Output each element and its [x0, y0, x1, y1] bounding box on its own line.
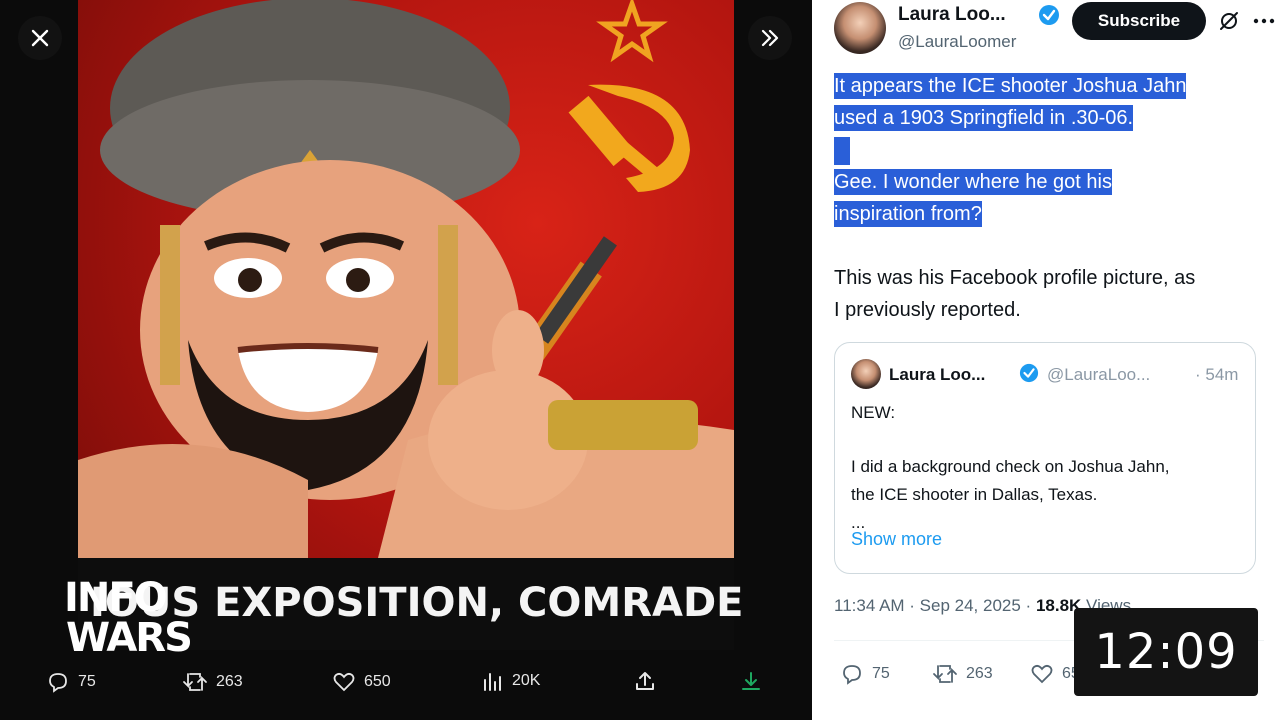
reply-icon: [49, 673, 67, 693]
quoted-line: NEW:: [851, 403, 896, 422]
tweet-line: It appears the ICE shooter Joshua Jahn: [834, 73, 1187, 99]
media-like-button[interactable]: 650: [332, 670, 391, 694]
author-display-name[interactable]: Laura Loo...: [898, 4, 1006, 26]
quoted-author-handle: @LauraLoo...: [1047, 365, 1151, 384]
tweet-line: used a 1903 Springfield in .30-06.: [834, 105, 1134, 131]
quoted-line: I did a background check on Joshua Jahn,: [851, 457, 1170, 476]
logo-line-wars: WARS: [66, 615, 193, 661]
tweet-timestamp[interactable]: 11:34 AM · Sep 24, 2025 ·: [834, 596, 1036, 615]
quoted-tweet-card[interactable]: Laura Loo... @LauraLoo... · 54m NEW: I d…: [834, 342, 1256, 574]
quoted-author-name: Laura Loo...: [889, 365, 986, 384]
media-like-count: 650: [364, 673, 391, 690]
heart-icon: [333, 672, 355, 692]
close-icon: [31, 29, 49, 47]
subscribe-button[interactable]: Subscribe: [1072, 2, 1206, 40]
close-button[interactable]: [18, 16, 62, 60]
analytics-icon: [484, 673, 501, 691]
logo-line-info: INFO: [64, 575, 168, 621]
infowars-logo: INFO WARS: [64, 575, 193, 670]
author-avatar[interactable]: [834, 2, 886, 54]
soviet-comrade-illustration: [78, 0, 734, 558]
grok-icon[interactable]: [1218, 10, 1240, 32]
media-image[interactable]: [78, 0, 734, 650]
author-row: Laura Loo... @LauraLoomer Subscribe: [834, 0, 1276, 54]
double-chevron-right-icon: [761, 29, 779, 47]
repost-button[interactable]: 263: [932, 662, 993, 686]
media-reply-count: 75: [78, 673, 96, 690]
quoted-time: · 54m: [1195, 365, 1239, 384]
repost-icon: [183, 673, 207, 691]
media-action-bar: 75 263 650 20K: [40, 662, 780, 702]
repost-count: 263: [966, 665, 993, 682]
tweet-line: I previously reported.: [834, 299, 1021, 321]
more-options-icon[interactable]: [1252, 10, 1276, 32]
quoted-author-avatar: [851, 359, 881, 389]
heart-icon: [1031, 664, 1053, 684]
show-more-link[interactable]: Show more: [851, 529, 942, 550]
media-share-button[interactable]: [634, 670, 656, 692]
media-repost-count: 263: [216, 673, 243, 690]
tweet-line: Gee. I wonder where he got his: [834, 169, 1112, 195]
tweet-line: This was his Facebook profile picture, a…: [834, 267, 1196, 289]
video-timestamp: 12:09: [1074, 608, 1258, 696]
author-handle[interactable]: @LauraLoomer: [898, 32, 1016, 52]
repost-icon: [933, 665, 957, 683]
media-viewer: IOUS EXPOSITION, COMRADE INFO WARS 75 26…: [0, 0, 812, 720]
reply-icon: [843, 665, 861, 685]
stage: IOUS EXPOSITION, COMRADE INFO WARS 75 26…: [0, 0, 1280, 720]
media-reply-button[interactable]: 75: [46, 670, 96, 694]
reply-button[interactable]: 75: [840, 662, 890, 686]
quoted-line: the ICE shooter in Dallas, Texas.: [851, 485, 1098, 504]
quoted-text: NEW: I did a background check on Joshua …: [851, 399, 1241, 537]
reply-count: 75: [872, 665, 890, 682]
expand-sidebar-button[interactable]: [748, 16, 792, 60]
media-views-button[interactable]: 20K: [482, 670, 540, 692]
verified-badge-icon: [1039, 5, 1059, 25]
media-download-button[interactable]: [740, 670, 762, 692]
tweet-text: It appears the ICE shooter Joshua Jahn u…: [834, 70, 1264, 326]
share-icon: [636, 672, 654, 690]
verified-badge-icon: [1019, 363, 1039, 383]
media-repost-button[interactable]: 263: [182, 670, 243, 694]
download-icon: [742, 672, 760, 690]
selection-gap: [834, 136, 850, 165]
media-views-count: 20K: [512, 672, 541, 689]
tweet-line: inspiration from?: [834, 201, 982, 227]
